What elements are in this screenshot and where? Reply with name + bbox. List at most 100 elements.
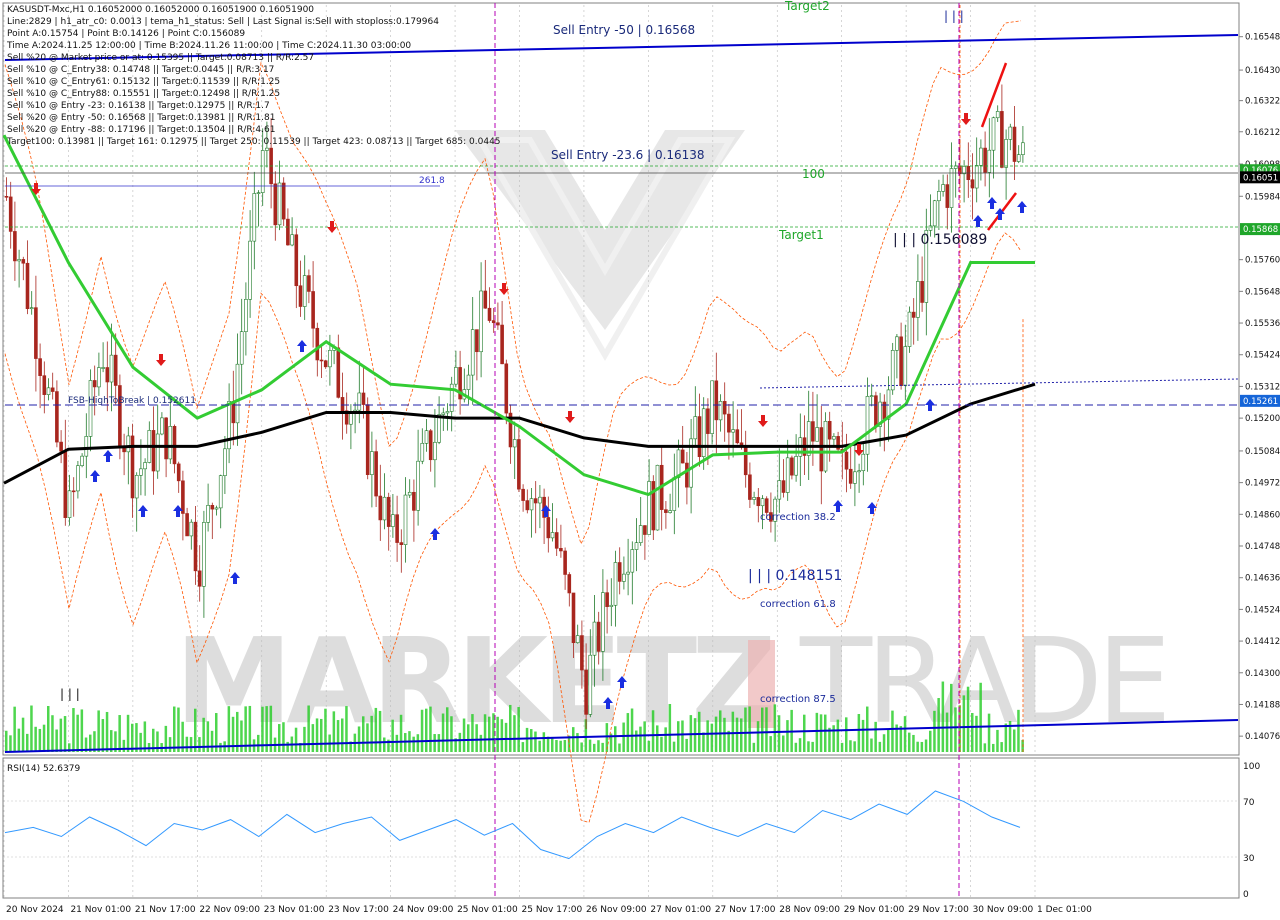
volume-bar xyxy=(651,710,655,752)
volume-bar xyxy=(1017,709,1020,752)
volume-bar xyxy=(76,714,79,752)
volume-bar xyxy=(429,706,432,752)
volume-bar xyxy=(341,718,344,752)
candle-body xyxy=(979,147,983,166)
candle-body xyxy=(777,480,782,500)
volume-bar xyxy=(173,706,176,752)
candle-body xyxy=(907,311,912,347)
candle-body xyxy=(1016,154,1021,162)
volume-bar xyxy=(30,705,33,752)
volume-bar xyxy=(735,717,739,752)
volume-bar xyxy=(601,742,604,752)
volume-bar xyxy=(395,734,399,752)
candle-body xyxy=(17,259,21,262)
volume-bar xyxy=(740,718,743,752)
volume-bar xyxy=(882,734,886,752)
volume-bar xyxy=(811,741,814,752)
volume-bar xyxy=(971,712,974,752)
candle-body xyxy=(151,430,156,472)
header-line-11: Target100: 0.13981 || Target 161: 0.1297… xyxy=(7,137,501,147)
volume-bar xyxy=(756,721,760,752)
volume-bar xyxy=(534,731,537,752)
candle-body xyxy=(622,573,626,582)
time-tick-label: 28 Nov 09:00 xyxy=(779,905,840,915)
price-tick-label: 0.14860 xyxy=(1245,510,1280,520)
volume-bar xyxy=(874,721,877,752)
volume-bar xyxy=(542,732,546,752)
time-tick-label: 29 Nov 01:00 xyxy=(844,905,905,915)
volume-bar xyxy=(891,710,894,752)
candle-body xyxy=(315,327,320,361)
candle-body xyxy=(59,441,63,452)
price-tick-label: 0.15312 xyxy=(1245,382,1280,392)
candle-body xyxy=(454,367,458,385)
candle-body xyxy=(483,290,488,309)
bars-top-label: | | | xyxy=(944,9,964,23)
candle-body xyxy=(672,477,677,511)
candle-body xyxy=(638,525,643,543)
candle-body xyxy=(424,430,429,444)
candle-body xyxy=(13,231,17,262)
volume-bar xyxy=(605,723,609,752)
price-tick-label: 0.15424 xyxy=(1245,351,1280,361)
candle-body xyxy=(155,433,160,472)
volume-bar xyxy=(819,714,823,752)
candle-body xyxy=(815,427,819,442)
candle-body xyxy=(399,542,404,545)
header-line-4: Sell %20 @ Market price or at: 0.15395 |… xyxy=(7,53,315,63)
sell-entry-236-label: Sell Entry -23.6 | 0.16138 xyxy=(551,148,705,162)
volume-bar xyxy=(525,727,529,752)
volume-bar xyxy=(1004,723,1008,752)
volume-bar xyxy=(122,739,126,752)
candle-body xyxy=(302,275,307,307)
candle-body xyxy=(273,183,278,226)
price-tag-label: 0.15261 xyxy=(1243,397,1278,407)
price-tick-label: 0.14524 xyxy=(1245,605,1280,615)
candle-body xyxy=(727,413,731,433)
point-c-label: | | | 0.156089 xyxy=(893,232,987,248)
candle-body xyxy=(932,200,937,227)
volume-bar xyxy=(748,706,751,752)
volume-bar xyxy=(47,705,50,752)
time-tick-label: 22 Nov 09:00 xyxy=(199,905,260,915)
candle-body xyxy=(937,191,941,202)
volume-bar xyxy=(105,711,109,752)
candle-body xyxy=(945,184,950,208)
volume-bar xyxy=(126,714,130,752)
candle-body xyxy=(609,604,614,607)
level-2618-label: 261.8 xyxy=(419,176,445,186)
candle-body xyxy=(101,367,105,369)
volume-bar xyxy=(807,741,810,752)
volume-bar xyxy=(861,719,865,752)
volume-bar xyxy=(845,717,848,752)
volume-bar xyxy=(97,710,100,752)
price-tick-label: 0.14636 xyxy=(1245,574,1280,584)
candle-body xyxy=(311,291,315,329)
candle-body xyxy=(995,111,1000,119)
candle-body xyxy=(853,471,857,484)
volume-bar xyxy=(488,716,491,752)
candle-body xyxy=(80,455,84,466)
candle-body xyxy=(710,380,714,434)
candle-body xyxy=(735,429,740,444)
volume-bar xyxy=(899,726,903,752)
candle-body xyxy=(34,307,38,359)
volume-bar xyxy=(55,729,58,752)
volume-bar xyxy=(672,741,676,752)
candle-body xyxy=(848,468,853,484)
volume-bar xyxy=(719,710,722,752)
candle-body xyxy=(601,592,605,652)
volume-bar xyxy=(462,718,466,752)
volume-bar xyxy=(903,716,907,752)
price-tick-label: 0.14076 xyxy=(1245,732,1280,742)
volume-bar xyxy=(1000,742,1003,752)
volume-bar xyxy=(576,733,579,752)
volume-bar xyxy=(168,737,172,752)
volume-bar xyxy=(311,724,315,752)
sell-entry-50-label: Sell Entry -50 | 0.16568 xyxy=(553,23,695,37)
volume-bar xyxy=(538,740,541,752)
candle-body xyxy=(655,464,660,531)
candle-body xyxy=(819,427,824,472)
volume-bar xyxy=(210,730,214,752)
candle-body xyxy=(596,621,601,652)
